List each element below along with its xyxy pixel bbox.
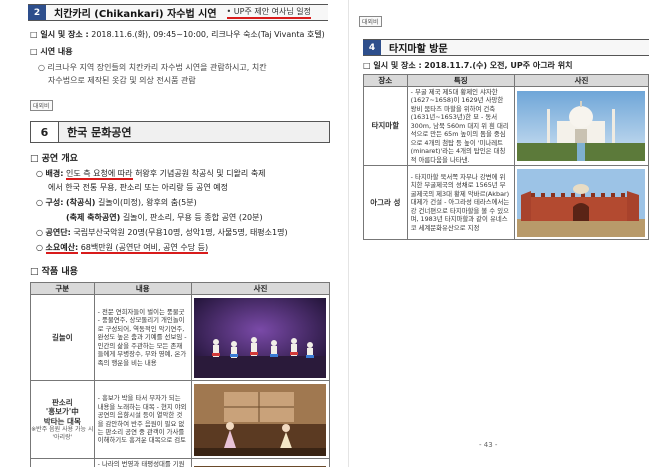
sites-table: 장소 특징 사진 타지마할 - 무굴 제국 제5대 황제인 샤자한(1627~1…: [363, 74, 650, 241]
site-desc-agra: - 타지마할 북서쪽 자무나 강변에 위치한 무굴제국의 성채로 1565년 무…: [406, 165, 515, 241]
work-desc-taepyeongmu: - 나라의 번영과 태평성대를 기원하는 궁중무용인 태평무 ... 대표적 궁…: [93, 457, 193, 467]
background-line-1: ○ 배경: 인도 측 요청에 따라 허왕후 기념공원 착공식 및 디왈리 축제: [36, 169, 266, 180]
confidential-tag: 대외비: [359, 16, 382, 27]
site-name-agra: 아그라 성: [363, 165, 408, 241]
site-name-taj: 타지마할: [363, 85, 408, 167]
background-line-2: 에서 한국 전통 무용, 판소리 또는 아리랑 등 공연 예정: [48, 183, 228, 192]
table-row: 길놀이 - 전문 연희자들이 벌이는 풍물굿 - 풍물연주, 상모돌리기 개인놀…: [30, 294, 330, 381]
work-name-gilnori: 길놀이: [30, 294, 95, 381]
sec2-content-title: □ 시연 내용: [30, 47, 73, 56]
section-4-title: 타지마할 방문: [389, 44, 448, 55]
site-photo-agra: [513, 165, 650, 241]
right-page: 대외비 4 타지마할 방문 □ 일시 및 장소 : 2018.11.7.(수) …: [348, 0, 658, 467]
budget-value: 68백만원 (공연단 여비, 공연 수당 등): [80, 243, 209, 254]
agra-fort-photo: [516, 168, 645, 237]
sec2-schedule: □ 일시 및 장소 : 2018.11.6.(화), 09:45~10:00, …: [30, 29, 325, 40]
sites-header-photo: 사진: [513, 74, 650, 87]
section-4-header: 4 타지마할 방문: [363, 39, 649, 56]
left-page: 2 치칸카리 (Chikankari) 자수법 시연 • UP주 제안 여사님 …: [0, 0, 340, 467]
table-row: 아그라 성 - 타지마할 북서쪽 자무나 강변에 위치한 무굴제국의 성채로 1…: [363, 165, 650, 241]
works-header-category: 구분: [30, 282, 95, 295]
gilnori-photo: [194, 297, 326, 378]
section-2-title: 치칸카리 (Chikankari) 자수법 시연: [54, 9, 217, 20]
work-name-line: 판소리: [51, 397, 73, 407]
composition-2-value: 길놀이, 판소리, 무용 등 종합 공연 (20분): [122, 213, 263, 222]
sec2-content-line-2: 자수법으로 제작된 옷감 및 의상 전시품 관람: [48, 76, 196, 85]
performer-line: ○ 공연단: 국립부산국악원 20명(무용10명, 성악1명, 사물5명, 태평…: [36, 228, 288, 237]
budget-label: 소요예산:: [45, 243, 79, 254]
works-table: 구분 내용 사진 길놀이 - 전문 연희자들이 벌이는 풍물굿 - 풍물연주, …: [30, 282, 330, 467]
background-rest: 허왕후 기념공원 착공식 및 디왈리 축제: [135, 169, 266, 178]
section-2-number: 2: [28, 5, 46, 20]
works-header-content: 내용: [93, 282, 193, 295]
work-name-line: 길놀이: [51, 332, 73, 342]
work-name-line: ※반주 음원 사용 가능 시 '아리랑': [31, 426, 94, 441]
overview-title: □ 공연 개요: [30, 154, 78, 164]
sites-header-place: 장소: [363, 74, 408, 87]
works-title: □ 작품 내용: [30, 267, 78, 277]
taj-mahal-photo: [516, 91, 645, 162]
work-name-line: 박타는 대목: [43, 416, 81, 426]
section-4-number: 4: [363, 40, 381, 55]
work-name-taepyeongmu: [30, 457, 95, 467]
pansori-photo: [194, 383, 326, 456]
work-photo-gilnori: [191, 294, 330, 381]
work-desc-gilnori: - 전문 연희자들이 벌이는 풍물굿 - 풍물연주, 상모돌리기 개인놀이로 구…: [93, 294, 193, 381]
work-name-line: '흥보가'中: [45, 407, 79, 417]
composition-sub-label: (착공식): [66, 198, 96, 207]
section-6-number: 6: [31, 122, 59, 142]
performer-label: 공연단:: [45, 228, 71, 237]
sec2-content-line-1: ○ 리크나우 지역 장인들의 치칸카리 자수법 시연을 관람하시고, 치칸: [38, 63, 267, 72]
site-desc-taj: - 무굴 제국 제5대 황제인 샤자한(1627~1658)이 1629년 사망…: [406, 85, 515, 167]
sec4-schedule: □ 일시 및 장소 : 2018.11.7.(수) 오전, UP주 아그라 위치: [363, 60, 572, 71]
composition-line-2: (축제 축하공연) 길놀이, 판소리, 무용 등 종합 공연 (20분): [66, 212, 263, 223]
composition-line-1: ○ 구성: (착공식) 길놀이(미정), 왕후의 춤(5분): [36, 198, 197, 207]
site-photo-taj: [513, 85, 650, 167]
background-underlined: 인도 측 요청에 따라: [66, 169, 133, 180]
confidential-tag: 대외비: [30, 100, 53, 111]
section-6-header: 6 한국 문화공연: [30, 121, 330, 143]
budget-line: ○ 소요예산: 68백만원 (공연단 여비, 공연 수당 등): [36, 243, 209, 254]
work-photo-pansori: [191, 380, 330, 459]
table-row: - 나라의 번영과 태평성대를 기원하는 궁중무용인 태평무 ... 대표적 궁…: [30, 457, 330, 467]
composition-label: 구성:: [45, 198, 64, 207]
composition-2-label: (축제 축하공연): [66, 213, 121, 222]
background-label: 배경:: [45, 169, 64, 178]
section-2-header: 2 치칸카리 (Chikankari) 자수법 시연 • UP주 제안 여사님 …: [28, 4, 328, 21]
section-2-note: • UP주 제안 여사님 일정: [226, 6, 311, 19]
sec2-schedule-label: □ 일시 및 장소 :: [30, 30, 89, 39]
table-row: 타지마할 - 무굴 제국 제5대 황제인 샤자한(1627~1658)이 162…: [363, 85, 650, 167]
sec4-schedule-value: 2018.11.7.(수) 오전, UP주 아그라 위치: [424, 61, 573, 70]
table-row: 판소리 '흥보가'中 박타는 대목 ※반주 음원 사용 가능 시 '아리랑' -…: [30, 380, 330, 459]
sites-header-feature: 특징: [406, 74, 515, 87]
page-number: - 43 -: [479, 441, 498, 449]
performer-value: 국립부산국악원 20명(무용10명, 성악1명, 사물5명, 태평소1명): [73, 228, 288, 237]
composition-value: 길놀이(미정), 왕후의 춤(5분): [97, 198, 197, 207]
works-header-photo: 사진: [191, 282, 330, 295]
work-desc-pansori: - 흥보가 박을 타서 부자가 되는 내용을 노래하는 대목 - 현지 야외공연…: [93, 380, 193, 459]
work-name-pansori: 판소리 '흥보가'中 박타는 대목 ※반주 음원 사용 가능 시 '아리랑': [30, 380, 95, 459]
section-6-title: 한국 문화공연: [59, 122, 329, 142]
sec4-schedule-label: □ 일시 및 장소 :: [363, 61, 422, 70]
work-photo-taepyeongmu: [191, 457, 330, 467]
sec2-schedule-value: 2018.11.6.(화), 09:45~10:00, 리크나우 숙소(Taj …: [91, 30, 325, 39]
